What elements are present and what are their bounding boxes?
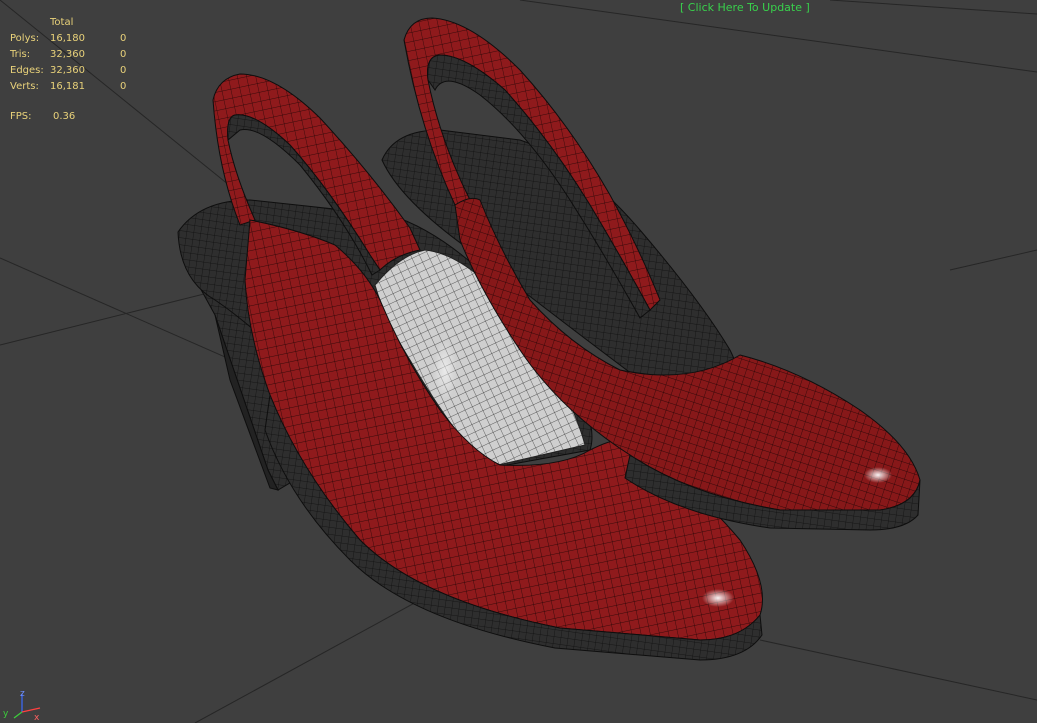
axis-y-label: y xyxy=(3,709,9,719)
stats-total: 32,360 xyxy=(50,49,85,60)
stats-label: Edges: xyxy=(10,65,44,76)
stats-selected: 0 xyxy=(120,65,127,76)
stats-header-row: Total xyxy=(10,15,150,31)
fps-readout: FPS: 0.36 xyxy=(10,111,75,122)
left-shoe-lining-highlight xyxy=(433,340,457,400)
stats-selected: 0 xyxy=(120,49,127,60)
stats-row-tris: Tris: 32,360 0 xyxy=(10,47,150,63)
stats-total: 32,360 xyxy=(50,65,85,76)
axis-x-label: x xyxy=(34,713,40,723)
viewport-statistics: Total Polys: 16,180 0 Tris: 32,360 0 Edg… xyxy=(10,15,150,95)
stats-label: Tris: xyxy=(10,49,31,60)
stats-selected: 0 xyxy=(120,33,127,44)
stats-total: 16,181 xyxy=(50,81,85,92)
left-shoe-toe-highlight xyxy=(702,589,734,607)
fps-value: 0.36 xyxy=(53,111,76,122)
stats-total: 16,180 xyxy=(50,33,85,44)
stats-selected: 0 xyxy=(120,81,127,92)
stats-row-polys: Polys: 16,180 0 xyxy=(10,31,150,47)
stats-label: Polys: xyxy=(10,33,40,44)
stats-total-header: Total xyxy=(50,17,74,28)
3d-viewport[interactable]: z y x xyxy=(0,0,1037,723)
update-link[interactable]: [ Click Here To Update ] xyxy=(680,1,810,14)
axis-z-label: z xyxy=(20,689,25,699)
right-shoe-toe-highlight xyxy=(864,467,892,483)
stats-row-verts: Verts: 16,181 0 xyxy=(10,79,150,95)
stats-row-edges: Edges: 32,360 0 xyxy=(10,63,150,79)
fps-label: FPS: xyxy=(10,111,32,122)
stats-label: Verts: xyxy=(10,81,39,92)
